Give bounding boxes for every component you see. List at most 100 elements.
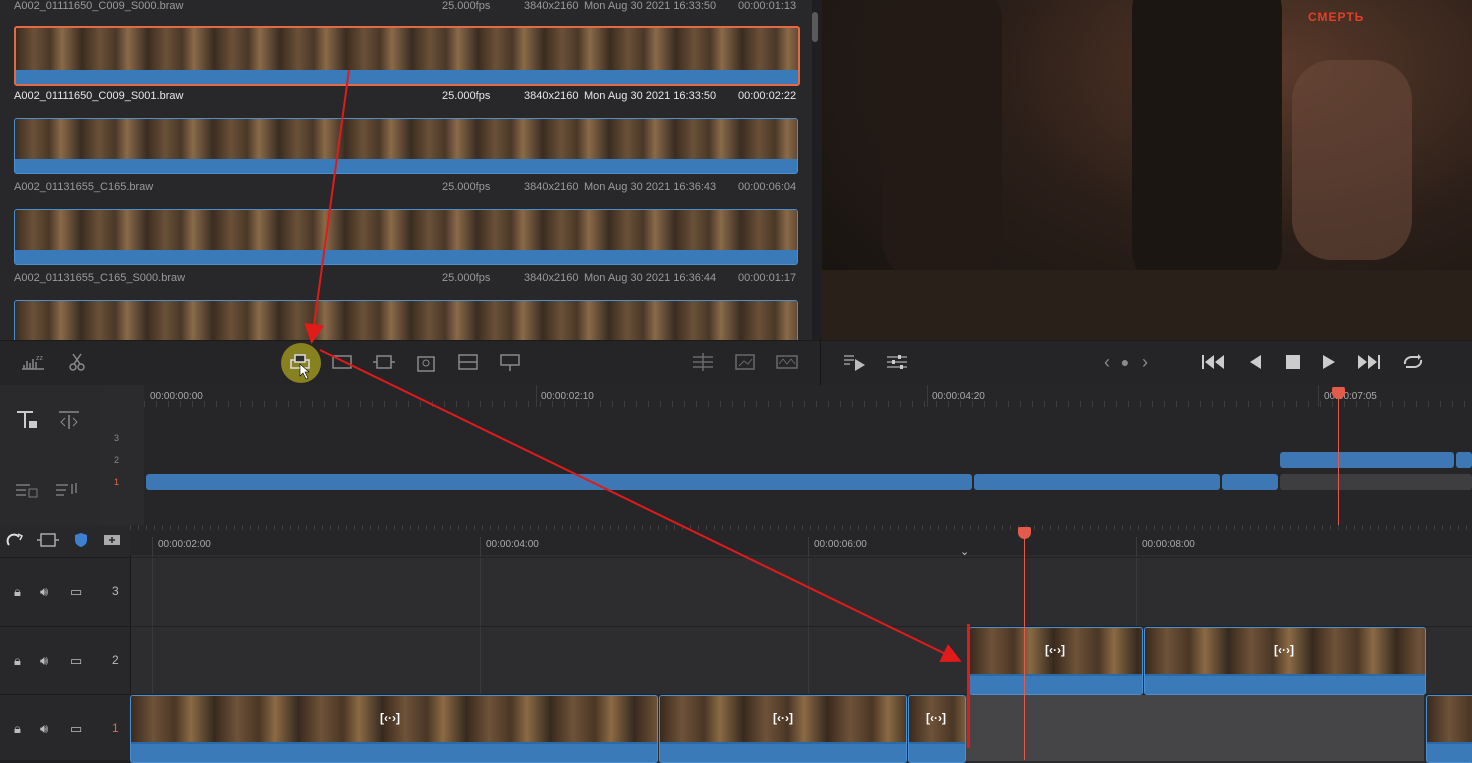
stop-icon[interactable] <box>1280 351 1306 373</box>
zoom-fit-icon[interactable] <box>35 529 61 551</box>
viewer-figure <box>1292 60 1412 260</box>
clip-thumbnail-strip[interactable] <box>14 300 798 340</box>
smart-insert-icon[interactable] <box>287 351 313 373</box>
dynamic-zoom-icon[interactable]: [‹·›] <box>770 708 796 728</box>
playback-mode-icon[interactable] <box>842 351 868 373</box>
upper-timeline[interactable]: 3 2 1 00:00:00:00 00:00:02:10 00:00:04:2… <box>0 385 1472 525</box>
dynamic-zoom-icon[interactable]: [‹·›] <box>1042 640 1068 660</box>
close-up-icon[interactable] <box>413 351 439 373</box>
dynamic-zoom-icon[interactable]: [‹·›] <box>1271 640 1297 660</box>
scissors-icon[interactable] <box>64 351 90 373</box>
track2-segment[interactable] <box>1456 452 1472 468</box>
clip-duration: 00:00:02:22 <box>738 90 797 102</box>
svg-text:zz: zz <box>36 355 44 362</box>
clip-meta-row[interactable]: A002_01111650_C009_S001.braw 25.000fps 3… <box>14 90 796 106</box>
clip-meta-row[interactable]: A002_01131655_C165.braw 25.000fps 3840x2… <box>14 181 796 197</box>
lock-icon[interactable]: 🔒︎ <box>14 653 21 669</box>
append-icon[interactable] <box>329 351 355 373</box>
lock-playhead-icon[interactable] <box>14 409 40 431</box>
track-header-v3: 🔒︎ 🔊︎ ▭ 3 <box>0 557 130 626</box>
track-headers: 🔒︎ 🔊︎ ▭ 3 🔒︎ 🔊︎ ▭ 2 🔒︎ 🔊︎ ▭ 1 <box>0 525 131 760</box>
clip-date: Mon Aug 30 2021 16:33:50 <box>584 90 717 102</box>
clip-meta-row[interactable]: A002_01131655_C165_S000.braw 25.000fps 3… <box>14 272 796 288</box>
timeline-clip[interactable]: [‹·›] <box>1144 627 1426 695</box>
upper-playhead[interactable] <box>1338 392 1339 525</box>
clip-bar <box>970 676 1142 694</box>
timeline-gap[interactable] <box>966 695 1424 761</box>
safe-area-icon[interactable] <box>732 351 758 373</box>
film-icon[interactable]: ▭ <box>70 653 82 669</box>
track1-segment[interactable] <box>1222 474 1278 490</box>
clip-duration: 00:00:06:04 <box>738 181 797 193</box>
lock-icon[interactable]: 🔒︎ <box>14 584 21 600</box>
viewer-floor <box>822 270 1472 340</box>
upper-timeline-tools <box>0 385 103 525</box>
thumbnail-frames <box>15 210 797 254</box>
speaker-icon[interactable]: 🔊︎ <box>40 653 48 669</box>
track2-segment[interactable] <box>1280 452 1454 468</box>
film-icon[interactable]: ▭ <box>70 721 82 737</box>
shield-icon[interactable] <box>68 529 94 551</box>
track1-segment[interactable] <box>974 474 1220 490</box>
track1-gap-segment[interactable] <box>1280 474 1472 490</box>
insert-position-marker <box>967 624 970 748</box>
place-on-top-icon[interactable] <box>455 351 481 373</box>
audio-music-icon[interactable] <box>54 479 80 501</box>
clip-meta-row[interactable]: A002_01111650_C009_S000.braw 25.000fps 3… <box>14 0 796 16</box>
speaker-icon[interactable]: 🔊︎ <box>40 584 48 600</box>
clip-thumbnail-strip[interactable] <box>14 209 798 265</box>
play-reverse-icon[interactable] <box>1242 351 1268 373</box>
play-icon[interactable] <box>1316 351 1342 373</box>
lock-icon[interactable]: 🔒︎ <box>14 721 21 737</box>
split-icon[interactable] <box>690 351 716 373</box>
clip-date: Mon Aug 30 2021 16:36:44 <box>584 272 717 284</box>
clip-bar <box>15 250 797 264</box>
viewer[interactable]: СМЕРТЬ <box>822 0 1472 340</box>
ruler-timecode: 00:00:00:00 <box>150 391 203 402</box>
timeline-clip[interactable] <box>1426 695 1472 763</box>
thumbnail-frames <box>15 301 797 340</box>
audio-track-icon[interactable] <box>14 479 40 501</box>
clip-thumbnail-strip[interactable] <box>14 118 798 174</box>
snap-icon[interactable] <box>3 529 29 551</box>
clip-fps: 25.000fps <box>442 90 491 102</box>
lower-timeline[interactable]: 🔒︎ 🔊︎ ▭ 3 🔒︎ 🔊︎ ▭ 2 🔒︎ 🔊︎ ▭ 1 00:00:02:0… <box>0 525 1472 763</box>
thumbnail-frames <box>16 28 798 72</box>
clip-resolution: 3840x2160 <box>524 0 579 12</box>
track1-segment[interactable] <box>146 474 972 490</box>
timeline-clip[interactable]: [‹·›] <box>659 695 907 763</box>
clip-name: A002_01131655_C165.braw <box>14 181 154 193</box>
track-lane-v3[interactable] <box>130 557 1472 626</box>
thumbnail-frames <box>15 119 797 163</box>
next-marker-icon[interactable]: › <box>1132 351 1158 373</box>
clip-bar <box>909 744 965 762</box>
lower-ruler[interactable]: 00:00:02:00 00:00:04:00 00:00:06:00 00:0… <box>130 525 1472 558</box>
loop-icon[interactable] <box>1400 351 1426 373</box>
audio-waveform-zoom-icon[interactable]: zz <box>20 351 46 373</box>
settings-sliders-icon[interactable] <box>884 351 910 373</box>
trim-icon[interactable] <box>56 409 82 431</box>
audio-meter-icon[interactable] <box>774 351 800 373</box>
add-track-icon[interactable] <box>99 529 125 551</box>
ruler-timecode: 00:00:08:00 <box>1142 539 1195 550</box>
ruler-timecode: 00:00:04:20 <box>932 391 985 402</box>
speaker-icon[interactable]: 🔊︎ <box>40 721 48 737</box>
upper-ruler[interactable]: 00:00:00:00 00:00:02:10 00:00:04:20 00:0… <box>144 385 1472 407</box>
clip-thumbnail-strip[interactable] <box>14 26 800 86</box>
timeline-clip[interactable]: [‹·›] <box>130 695 658 763</box>
clip-name: A002_01111650_C009_S001.braw <box>14 90 184 102</box>
ruler-timecode: 00:00:02:00 <box>158 539 211 550</box>
source-overwrite-icon[interactable] <box>497 351 523 373</box>
go-to-start-icon[interactable] <box>1200 351 1226 373</box>
timeline-clip[interactable]: [‹·›] <box>908 695 966 763</box>
lower-playhead[interactable] <box>1024 530 1025 760</box>
timeline-clip[interactable]: [‹·›] <box>969 627 1143 695</box>
film-icon[interactable]: ▭ <box>70 584 82 600</box>
dynamic-zoom-icon[interactable]: [‹·›] <box>923 708 949 728</box>
track-number: 2 <box>112 653 119 667</box>
dynamic-zoom-icon[interactable]: [‹·›] <box>377 708 403 728</box>
media-pool-scrollbar[interactable] <box>812 12 818 42</box>
go-to-end-icon[interactable] <box>1356 351 1382 373</box>
ruler-major-tick <box>536 385 537 407</box>
ripple-overwrite-icon[interactable] <box>371 351 397 373</box>
